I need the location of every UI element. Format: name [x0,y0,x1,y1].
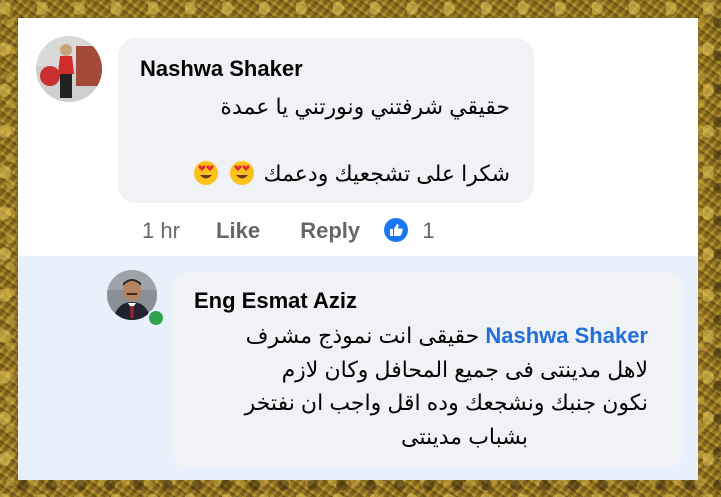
reply-author[interactable]: Eng Esmat Aziz [194,288,357,314]
comments-panel: Nashwa Shaker حقيقي شرفتني ونورتني يا عم… [18,18,698,480]
reply-bubble: Eng Esmat Aziz Nashwa Shaker حقيقى انت ن… [172,272,684,468]
comment-bubble: Nashwa Shaker حقيقي شرفتني ونورتني يا عم… [118,38,534,203]
mention-link[interactable]: Nashwa Shaker [485,323,648,348]
online-status-indicator [147,309,165,327]
reply-button[interactable]: Reply [300,218,360,243]
comment-text-line-2-text: شكرا على تشجعيك ودعمك [263,161,510,186]
comment-author[interactable]: Nashwa Shaker [140,56,303,82]
avatar-nashwa[interactable] [36,36,102,102]
reply-text-line-2: لاهل مدينتى فى جميع المحافل وكان لازم [281,357,648,382]
reply-section: Eng Esmat Aziz Nashwa Shaker حقيقى انت ن… [18,256,698,480]
comment-text-line-1: حقيقي شرفتني ونورتني يا عمدة [220,94,510,119]
reply-text-line-4: بشباب مدينتى [401,424,528,449]
reply-text-line-3: نكون جنبك ونشجعك وده اقل واجب ان نفتخر [244,390,648,415]
heart-eyes-emoji-icon [193,160,219,186]
reply-text-line-1-text: حقيقى انت نموذج مشرف [245,323,480,348]
comment-actions: 1 hr Like Reply 1 [142,218,435,244]
reply-text-line-1: Nashwa Shaker حقيقى انت نموذج مشرف [246,323,648,349]
comment-text-line-2: شكرا على تشجعيك ودعمك [191,160,510,187]
reaction-count[interactable]: 1 [422,218,434,243]
like-button[interactable]: Like [216,218,260,243]
heart-eyes-emoji-icon [229,160,255,186]
like-reaction-icon[interactable] [384,218,409,242]
comment-time[interactable]: 1 hr [142,218,180,243]
